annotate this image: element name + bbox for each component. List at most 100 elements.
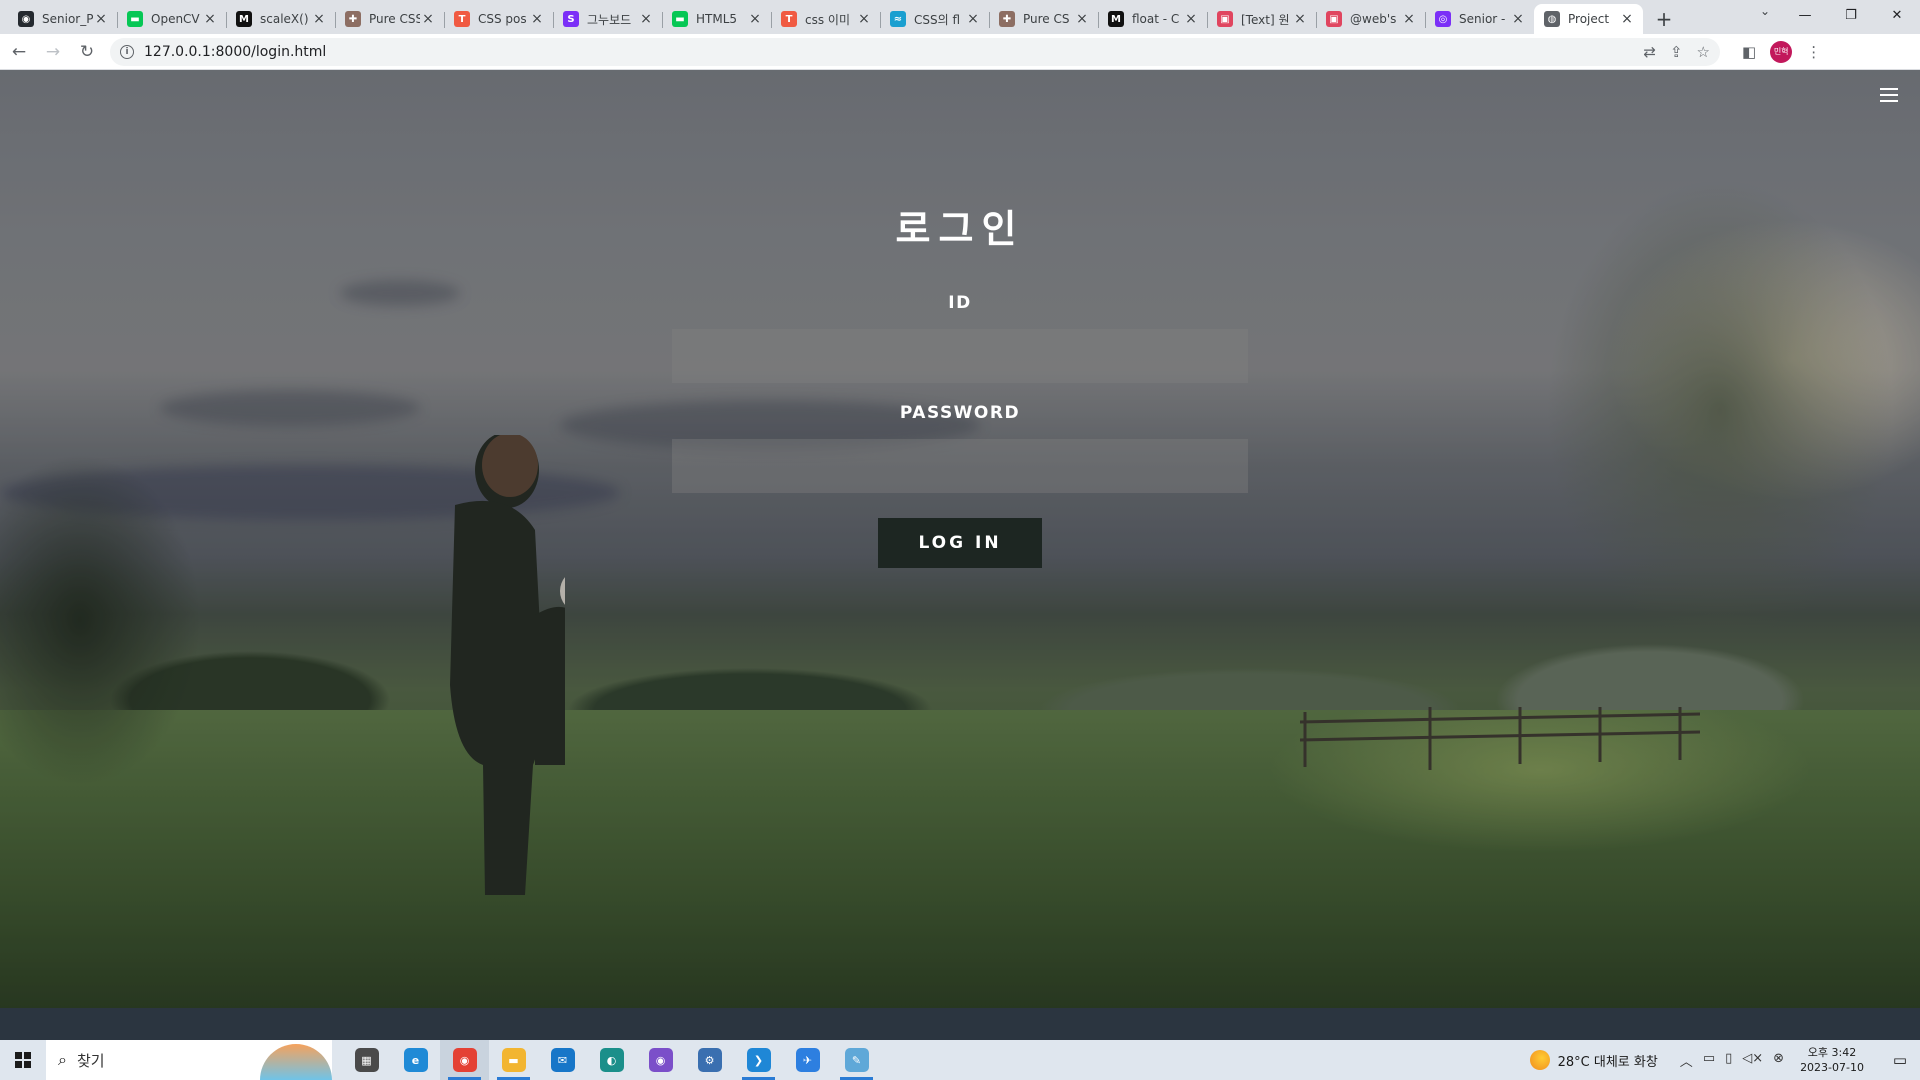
restore-icon[interactable]: ❐ [1828, 0, 1874, 30]
close-tab-icon[interactable]: × [311, 11, 327, 27]
browser-tab[interactable]: ▣ @web's × [1316, 4, 1425, 34]
password-input[interactable] [672, 439, 1248, 493]
browser-tab[interactable]: S 그누보드 × [553, 4, 662, 34]
taskbar-app-button[interactable]: ◉ [440, 1040, 489, 1080]
browser-tab[interactable]: ▣ [Text] 원 × [1207, 4, 1316, 34]
system-tray: 28°C 대체로 화창 ︿ ▭ ▯ ◁× ⊗ 오후 3:42 2023-07-1… [1529, 1040, 1920, 1080]
close-tab-icon[interactable]: × [93, 11, 109, 27]
close-tab-icon[interactable]: × [965, 11, 981, 27]
chevron-up-icon[interactable]: ︿ [1680, 1051, 1693, 1070]
reload-icon[interactable]: ↻ [72, 37, 102, 67]
taskbar-search-box[interactable]: ⌕ 찾기 [46, 1040, 332, 1080]
close-tab-icon[interactable]: × [529, 11, 545, 27]
clock[interactable]: 오후 3:42 2023-07-10 [1800, 1045, 1864, 1075]
browser-tab[interactable]: ✚ Pure CS × [989, 4, 1098, 34]
meet-icon[interactable]: ▭ [1703, 1051, 1715, 1070]
url-text[interactable]: 127.0.0.1:8000/login.html [144, 44, 326, 60]
app-blue-icon: ✈ [795, 1048, 820, 1072]
taskbar-app-button[interactable]: ▬ [489, 1040, 538, 1080]
close-tab-icon[interactable]: × [1619, 11, 1635, 27]
close-tab-icon[interactable]: × [1510, 11, 1526, 27]
back-icon[interactable]: ← [4, 37, 34, 67]
edge-icon: e [403, 1048, 428, 1072]
weather-widget[interactable]: 28°C 대체로 화창 [1529, 1050, 1658, 1070]
site-info-icon[interactable]: i [120, 44, 134, 59]
taskbar-app-button[interactable]: ❯ [734, 1040, 783, 1080]
browser-tab[interactable]: ▬ HTML5 × [662, 4, 771, 34]
hamburger-menu-icon[interactable] [1880, 88, 1898, 102]
tab-title: scaleX() [260, 12, 309, 26]
vscode-icon: ❯ [746, 1048, 771, 1072]
taskbar-app-button[interactable]: ▦ [342, 1040, 391, 1080]
close-tab-icon[interactable]: × [420, 11, 436, 27]
taskbar-app-button[interactable]: ✉ [538, 1040, 587, 1080]
close-tab-icon[interactable]: × [1401, 11, 1417, 27]
close-tab-icon[interactable]: × [747, 11, 763, 27]
menu-kebab-icon[interactable]: ⋮ [1806, 43, 1821, 61]
taskbar-apps: ▦ e ◉ ▬ ✉ ◐ ◉ ⚙ ❯ ✈ ✎ [342, 1040, 881, 1080]
taskbar-app-button[interactable]: ◐ [587, 1040, 636, 1080]
network-icon[interactable]: ▯ [1725, 1051, 1732, 1070]
close-window-icon[interactable]: ✕ [1874, 0, 1920, 30]
login-form: 로그인 ID PASSWORD LOG IN [672, 70, 1248, 568]
sir-icon: S [563, 11, 579, 27]
new-tab-button[interactable]: + [1649, 4, 1679, 34]
app-teal-icon: ◐ [599, 1048, 624, 1072]
browser-tab[interactable]: ≈ CSS의 fl × [880, 4, 989, 34]
browser-tab[interactable]: T CSS pos × [444, 4, 553, 34]
browser-tab[interactable]: ▬ OpenCV × [117, 4, 226, 34]
taskbar-app-button[interactable]: ◉ [636, 1040, 685, 1080]
close-tab-icon[interactable]: × [1074, 11, 1090, 27]
figma-icon: ◎ [1435, 11, 1451, 27]
taskbar-app-button[interactable]: ⚙ [685, 1040, 734, 1080]
notepad-icon: ✎ [844, 1048, 869, 1072]
side-panel-icon[interactable]: ◧ [1742, 43, 1756, 61]
browser-tab[interactable]: ◉ Senior_P × [8, 4, 117, 34]
tab-title: HTML5 [696, 12, 738, 26]
taskbar-app-button[interactable]: ✎ [832, 1040, 881, 1080]
search-highlight-illustration [260, 1044, 332, 1080]
taskbar-app-button[interactable]: e [391, 1040, 440, 1080]
browser-tab[interactable]: ✚ Pure CSS × [335, 4, 444, 34]
close-tab-icon[interactable]: × [638, 11, 654, 27]
notification-icon[interactable]: ▭ [1880, 1051, 1920, 1069]
taskbar-app-button[interactable]: ✈ [783, 1040, 832, 1080]
translate-icon[interactable]: ⇄ [1643, 43, 1656, 61]
bookmark-star-icon[interactable]: ☆ [1697, 43, 1710, 61]
minimize-icon[interactable]: — [1782, 0, 1828, 30]
tab-title: @web's [1350, 12, 1397, 26]
browser-tab-strip: ◉ Senior_P × ▬ OpenCV × MscaleX() × ✚ Pure CSS × T C… [0, 0, 1920, 34]
close-tab-icon[interactable]: × [856, 11, 872, 27]
weather-text: 28°C 대체로 화창 [1557, 1054, 1658, 1070]
picture-icon: ▣ [1326, 11, 1342, 27]
id-input[interactable] [672, 329, 1248, 383]
tab-title: [Text] 원 [1241, 12, 1290, 27]
browser-tab[interactable]: Mfloat - C × [1098, 4, 1207, 34]
mdn-icon: M [236, 11, 252, 27]
close-tab-icon[interactable]: × [1292, 11, 1308, 27]
forward-icon[interactable]: → [38, 37, 68, 67]
share-icon[interactable]: ⇪ [1670, 43, 1683, 61]
browser-tab[interactable]: MscaleX() × [226, 4, 335, 34]
volume-muted-icon[interactable]: ◁× [1742, 1051, 1763, 1070]
browser-tab[interactable]: ◍ Project × [1534, 4, 1643, 34]
tab-title: CSS pos [478, 12, 527, 26]
tab-title: Senior - [1459, 12, 1506, 26]
close-tab-icon[interactable]: × [1183, 11, 1199, 27]
mdn-icon: M [1108, 11, 1124, 27]
profile-avatar[interactable]: 민혁 [1770, 40, 1793, 63]
start-button[interactable] [0, 1040, 46, 1080]
picture-icon: ▣ [1217, 11, 1233, 27]
clock-time: 오후 3:42 [1807, 1046, 1857, 1059]
browser-tab[interactable]: ◎ Senior - × [1425, 4, 1534, 34]
task-view-icon: ▦ [354, 1048, 379, 1072]
close-tab-icon[interactable]: × [202, 11, 218, 27]
puzzle-icon: ✚ [999, 11, 1015, 27]
login-button[interactable]: LOG IN [878, 518, 1042, 568]
address-bar[interactable]: i 127.0.0.1:8000/login.html ⇄ ⇪ ☆ [110, 37, 1720, 66]
browser-tab[interactable]: Tcss 이미 × [771, 4, 880, 34]
clock-date: 2023-07-10 [1800, 1061, 1864, 1074]
status-icon[interactable]: ⊗ [1773, 1051, 1784, 1070]
tab-search-icon[interactable]: ⌄ [1760, 4, 1770, 18]
weather-sun-icon [1529, 1050, 1550, 1070]
